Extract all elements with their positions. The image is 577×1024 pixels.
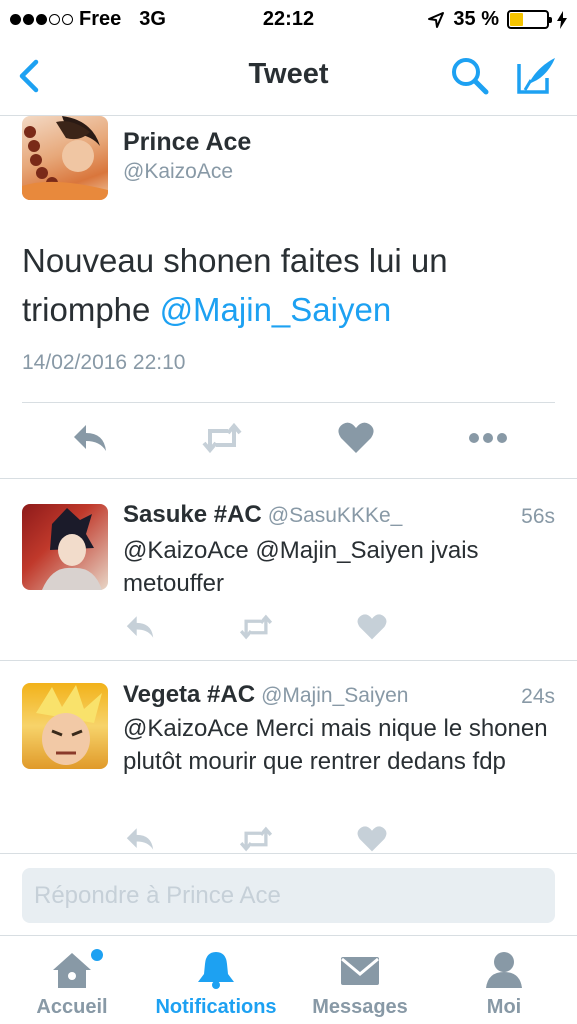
retweet-icon[interactable] (239, 613, 273, 641)
location-arrow-icon (428, 11, 445, 28)
avatar-image (42, 508, 102, 590)
avatar[interactable] (22, 683, 108, 769)
reply-timestamp: 56s (521, 505, 555, 528)
tab-label: Moi (486, 996, 522, 1018)
tab-profile[interactable]: Moi (432, 936, 576, 1024)
reply-icon[interactable] (70, 421, 110, 455)
tab-bar: Accueil Notifications Messages Moi (0, 935, 577, 1024)
search-icon[interactable] (450, 56, 490, 96)
navigation-bar: Tweet (0, 38, 577, 116)
tweet-actions (0, 421, 577, 461)
tab-label: Notifications (155, 996, 277, 1018)
reply-input[interactable] (22, 868, 555, 923)
battery-percent: 35 % (453, 8, 499, 30)
avatar[interactable] (22, 504, 108, 590)
reply-text: @KaizoAce Merci mais nique le shonen plu… (123, 715, 548, 775)
reply-header: Sasuke #AC @SasuKKKe_ (123, 501, 402, 529)
reply-timestamp: 24s (521, 685, 555, 708)
reply-icon[interactable] (123, 613, 157, 641)
reply-bar (0, 853, 577, 935)
reply-author-handle[interactable]: @SasuKKKe_ (268, 504, 403, 527)
author-handle[interactable]: @KaizoAce (123, 160, 233, 184)
battery-icon (507, 10, 552, 29)
tab-home[interactable]: Accueil (0, 936, 144, 1024)
status-right: 35 % (427, 8, 567, 31)
tab-messages[interactable]: Messages (288, 936, 432, 1024)
status-bar: Free 3G 22:12 35 % (0, 0, 577, 38)
main-tweet: Prince Ace @KaizoAce Nouveau shonen fait… (0, 116, 577, 479)
reply-author-name[interactable]: Vegeta #AC (123, 681, 255, 708)
charging-bolt-icon (557, 10, 567, 29)
profile-icon (486, 952, 522, 988)
reply-header: Vegeta #AC @Majin_Saiyen (123, 681, 408, 709)
avatar[interactable] (22, 116, 108, 200)
compose-icon[interactable] (515, 56, 557, 96)
notification-dot (91, 949, 103, 961)
more-icon[interactable] (468, 421, 508, 455)
mention-link[interactable]: @Majin_Saiyen (160, 291, 392, 328)
reply-author-handle[interactable]: @Majin_Saiyen (261, 684, 408, 707)
bell-icon (198, 952, 234, 989)
tab-label: Messages (312, 996, 408, 1018)
reply-icon[interactable] (123, 825, 157, 853)
divider (22, 402, 555, 403)
tab-label: Accueil (36, 996, 108, 1018)
tab-notifications[interactable]: Notifications (144, 936, 288, 1024)
reply-author-name[interactable]: Sasuke #AC (123, 501, 262, 528)
avatar-image (36, 685, 102, 765)
retweet-icon[interactable] (202, 421, 242, 455)
author-name[interactable]: Prince Ace (123, 128, 251, 157)
reply-tweet[interactable]: Vegeta #AC @Majin_Saiyen 24s @KaizoAce Me… (0, 661, 577, 853)
reply-text: @KaizoAce @Majin_Saiyen jvais metouffer (123, 537, 479, 597)
tweet-timestamp: 14/02/2016 22:10 (22, 351, 186, 374)
envelope-icon (341, 957, 379, 985)
like-icon[interactable] (355, 613, 389, 641)
home-icon (53, 953, 91, 988)
tweet-text: Nouveau shonen faites lui un triomphe @M… (22, 236, 552, 334)
avatar-image (22, 116, 108, 200)
like-icon[interactable] (336, 421, 376, 455)
like-icon[interactable] (355, 825, 389, 853)
retweet-icon[interactable] (239, 825, 273, 853)
reply-tweet[interactable]: Sasuke #AC @SasuKKKe_ 56s @KaizoAce @Maji… (0, 479, 577, 661)
page-title: Tweet (248, 58, 329, 90)
